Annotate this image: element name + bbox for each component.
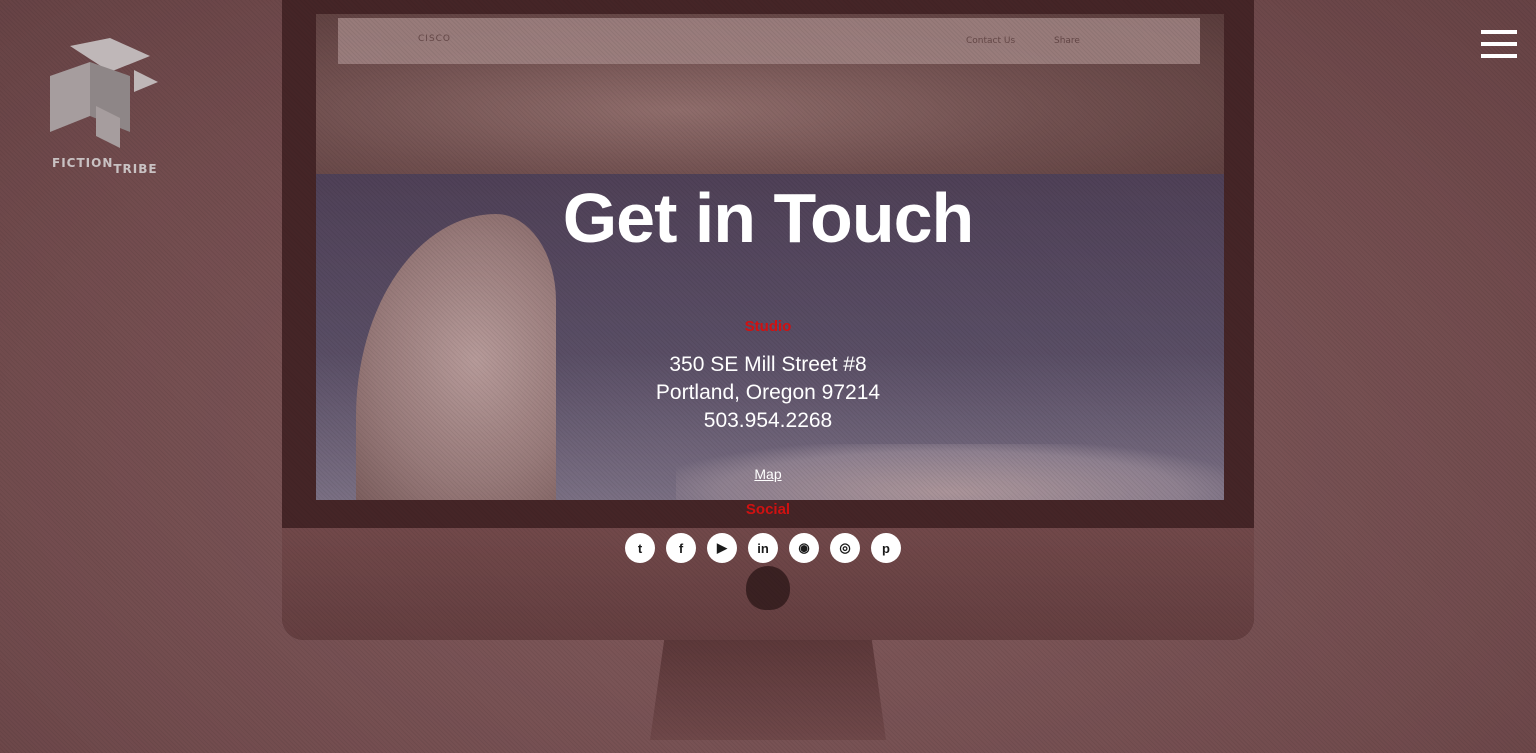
linkedin-icon[interactable]: in — [748, 533, 778, 563]
map-link[interactable]: Map — [0, 466, 1536, 482]
brand-line2: TRIBE — [113, 162, 158, 176]
menu-bar-icon — [1481, 30, 1517, 34]
social-label: Social — [745, 501, 791, 518]
page-title: Get in Touch — [562, 179, 975, 257]
brand-line1: FICTION — [52, 156, 114, 170]
menu-bar-icon — [1481, 54, 1517, 58]
social-icons-row: t f ▶ in ◉ ◎ p — [625, 533, 901, 563]
twitter-icon[interactable]: t — [625, 533, 655, 563]
studio-label: Studio — [744, 318, 792, 335]
address-line2: Portland, Oregon 97214 — [655, 381, 881, 404]
brand-wordmark: FICTIONTRIBE — [52, 156, 158, 176]
instagram-icon[interactable]: ◎ — [830, 533, 860, 563]
phone-number[interactable]: 503.954.2268 — [0, 409, 1536, 433]
address-line1: 350 SE Mill Street #8 — [669, 353, 867, 376]
pinterest-icon[interactable]: p — [871, 533, 901, 563]
facebook-icon[interactable]: f — [666, 533, 696, 563]
hamburger-menu-button[interactable] — [1481, 30, 1517, 60]
fiction-tribe-logo-icon[interactable] — [50, 36, 162, 176]
menu-bar-icon — [1481, 42, 1517, 46]
youtube-icon[interactable]: ▶ — [707, 533, 737, 563]
github-icon[interactable]: ◉ — [789, 533, 819, 563]
